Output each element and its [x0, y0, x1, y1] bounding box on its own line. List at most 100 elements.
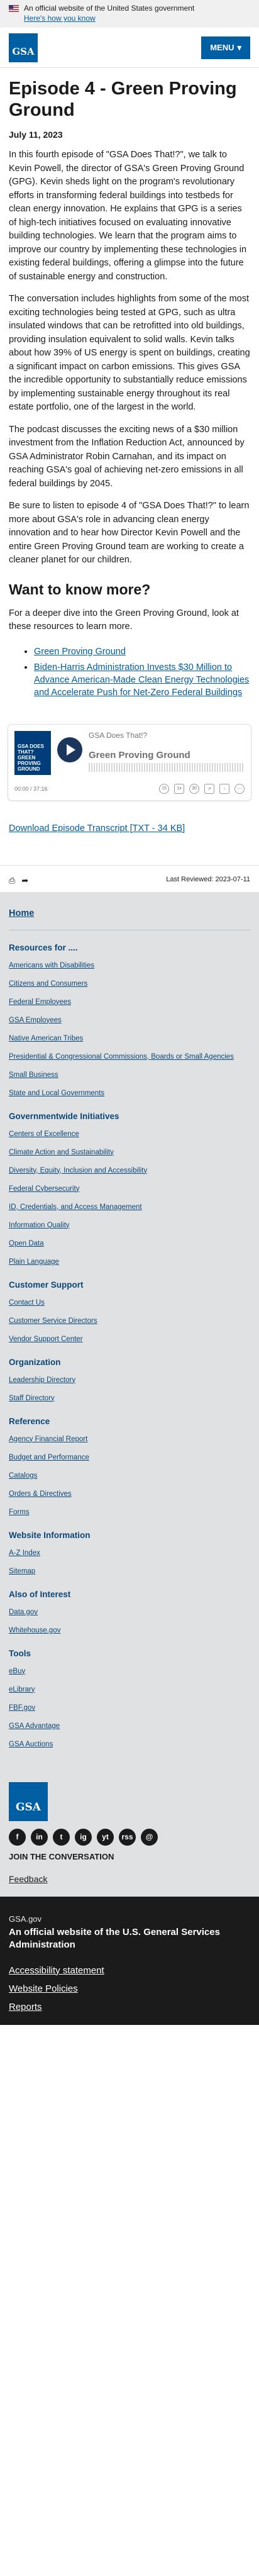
linkedin-icon[interactable]: in	[31, 1828, 48, 1846]
footer-link[interactable]: Open Data	[9, 1238, 250, 1249]
download-icon[interactable]: ↓	[219, 783, 229, 794]
identifier-domain: GSA.gov	[9, 1914, 42, 1924]
footer-link[interactable]: Diversity, Equity, Inclusion and Accessi…	[9, 1165, 250, 1176]
skip-back-icon[interactable]: 15	[159, 783, 169, 794]
footer-link[interactable]: Vendor Support Center	[9, 1334, 250, 1345]
footer-link[interactable]: GSA Employees	[9, 1015, 250, 1026]
menu-button[interactable]: MENU ▾	[201, 36, 250, 59]
website-policies-link[interactable]: Website Policies	[9, 1983, 250, 1994]
article-paragraph: Be sure to listen to episode 4 of "GSA D…	[9, 501, 250, 565]
footer-link[interactable]: GSA Auctions	[9, 1739, 250, 1750]
footer-link[interactable]: Forms	[9, 1507, 250, 1518]
footer-link[interactable]: Information Quality	[9, 1220, 250, 1231]
feedback-link[interactable]: Feedback	[9, 1874, 250, 1884]
reports-link[interactable]: Reports	[9, 2002, 250, 2012]
download-transcript-link[interactable]: Download Episode Transcript [TXT - 34 KB…	[9, 823, 250, 834]
footer-sections: Resources for .... Americans with Disabil…	[9, 943, 250, 1750]
footer-section-heading: Tools	[9, 1648, 31, 1658]
footer-link[interactable]: Plain Language	[9, 1256, 250, 1268]
publish-date: July 11, 2023	[9, 130, 63, 140]
playback-time: 00:00 / 37:16	[14, 785, 48, 792]
footer-link[interactable]: Leadership Directory	[9, 1374, 250, 1386]
footer-link[interactable]: State and Local Governments	[9, 1088, 250, 1099]
footer-link[interactable]: GSA Advantage	[9, 1720, 250, 1732]
page-tools: ⎙ ➦ Last Reviewed: 2023-07-11	[0, 864, 259, 892]
social-links: f in t ig yt rss @	[9, 1828, 250, 1846]
footer-link[interactable]: Federal Cybersecurity	[9, 1183, 250, 1195]
footer-branding: GSA f in t ig yt rss @ JOIN THE CONVERSA…	[0, 1773, 259, 1897]
footer-link[interactable]: eBuy	[9, 1666, 250, 1677]
speed-button[interactable]: 1x	[174, 783, 184, 794]
facebook-icon[interactable]: f	[9, 1828, 26, 1846]
share-icon[interactable]: ➦	[21, 876, 28, 886]
footer-link[interactable]: Presidential & Congressional Commissions…	[9, 1051, 250, 1062]
footer-link[interactable]: Americans with Disabilities	[9, 960, 250, 971]
footer-link[interactable]: Native American Tribes	[9, 1033, 250, 1044]
identifier-official: An official website of the U.S. General …	[9, 1926, 220, 1950]
footer-section-heading: Governmentwide Initiatives	[9, 1111, 119, 1121]
podcast-show-name: GSA Does That!?	[89, 730, 148, 740]
footer-section-heading: Customer Support	[9, 1280, 84, 1290]
heres-how-you-know-link[interactable]: Here's how you know	[24, 14, 96, 23]
footer-link[interactable]: Citizens and Consumers	[9, 978, 250, 990]
footer-section-heading: Resources for ....	[9, 942, 78, 952]
youtube-icon[interactable]: yt	[97, 1828, 114, 1846]
footer-section-heading: Reference	[9, 1416, 50, 1426]
more-heading: Want to know more?	[9, 581, 151, 598]
footer-link[interactable]: Centers of Excellence	[9, 1129, 250, 1140]
footer-section-heading: Website Information	[9, 1530, 91, 1540]
episode-title: Green Proving Ground	[89, 749, 190, 761]
play-icon[interactable]	[57, 737, 82, 762]
instagram-icon[interactable]: ig	[75, 1828, 92, 1846]
main-content: Episode 4 - Green Proving Ground July 11…	[0, 78, 259, 699]
footer-link[interactable]: Customer Service Directors	[9, 1315, 250, 1327]
gov-banner: An official website of the United States…	[0, 0, 259, 28]
podcast-player: GSA DOES THAT? GREEN PROVING GROUND GSA …	[8, 723, 251, 801]
footer-link[interactable]: Agency Financial Report	[9, 1434, 250, 1445]
share-icon[interactable]: ↗	[204, 783, 214, 794]
footer-link[interactable]: Staff Directory	[9, 1393, 250, 1404]
print-icon[interactable]: ⎙	[9, 876, 15, 886]
more-text: For a deeper dive into the Green Proving…	[9, 608, 239, 632]
investment-news-link[interactable]: Biden-Harris Administration Invests $30 …	[34, 662, 249, 698]
list-item: Biden-Harris Administration Invests $30 …	[34, 661, 250, 699]
green-proving-ground-link[interactable]: Green Proving Ground	[34, 647, 126, 657]
player-controls: 15 1x 30 ↗ ↓ ⋯	[159, 783, 245, 794]
footer-link[interactable]: Climate Action and Sustainability	[9, 1147, 250, 1158]
footer-link[interactable]: Small Business	[9, 1069, 250, 1081]
us-flag-icon	[9, 5, 19, 12]
list-item: Green Proving Ground	[34, 645, 250, 658]
footer-link[interactable]: FBF.gov	[9, 1702, 250, 1714]
footer-link[interactable]: Contact Us	[9, 1297, 250, 1308]
footer-gsa-logo[interactable]: GSA	[9, 1781, 48, 1821]
email-icon[interactable]: @	[141, 1828, 158, 1846]
footer-home-link[interactable]: Home	[9, 908, 34, 918]
article-paragraph: The conversation includes highlights fro…	[9, 294, 250, 412]
footer-link[interactable]: ID, Credentials, and Access Management	[9, 1202, 250, 1213]
podcast-cover-art: GSA DOES THAT? GREEN PROVING GROUND	[14, 730, 51, 775]
footer-link[interactable]: A-Z Index	[9, 1547, 250, 1559]
player-top: GSA DOES THAT? GREEN PROVING GROUND GSA …	[14, 730, 245, 775]
twitter-icon[interactable]: t	[53, 1828, 70, 1846]
player-text: GSA Does That!? Green Proving Ground	[89, 731, 245, 775]
rss-icon[interactable]: rss	[119, 1828, 136, 1846]
site-header: GSA MENU ▾	[0, 28, 259, 68]
waveform-scrubber[interactable]	[89, 762, 245, 772]
gov-banner-text-wrap: An official website of the United States…	[24, 4, 194, 23]
skip-forward-icon[interactable]: 30	[189, 783, 199, 794]
accessibility-link[interactable]: Accessibility statement	[9, 1965, 250, 1976]
footer-link[interactable]: Sitemap	[9, 1566, 250, 1577]
footer-link[interactable]: Budget and Performance	[9, 1452, 250, 1463]
footer-link[interactable]: Whitehouse.gov	[9, 1625, 250, 1636]
footer-link[interactable]: Catalogs	[9, 1470, 250, 1481]
identifier: GSA.gov An official website of the U.S. …	[0, 1896, 259, 2025]
footer-section-heading: Also of Interest	[9, 1589, 71, 1599]
footer-link[interactable]: Orders & Directives	[9, 1488, 250, 1500]
gsa-logo[interactable]: GSA	[9, 33, 38, 62]
footer-link[interactable]: Data.gov	[9, 1607, 250, 1618]
article-paragraph: In this fourth episode of "GSA Does That…	[9, 150, 247, 282]
footer-link[interactable]: eLibrary	[9, 1684, 250, 1695]
page-tools-icons: ⎙ ➦	[9, 876, 28, 886]
footer-link[interactable]: Federal Employees	[9, 996, 250, 1008]
more-options-icon[interactable]: ⋯	[234, 783, 245, 794]
